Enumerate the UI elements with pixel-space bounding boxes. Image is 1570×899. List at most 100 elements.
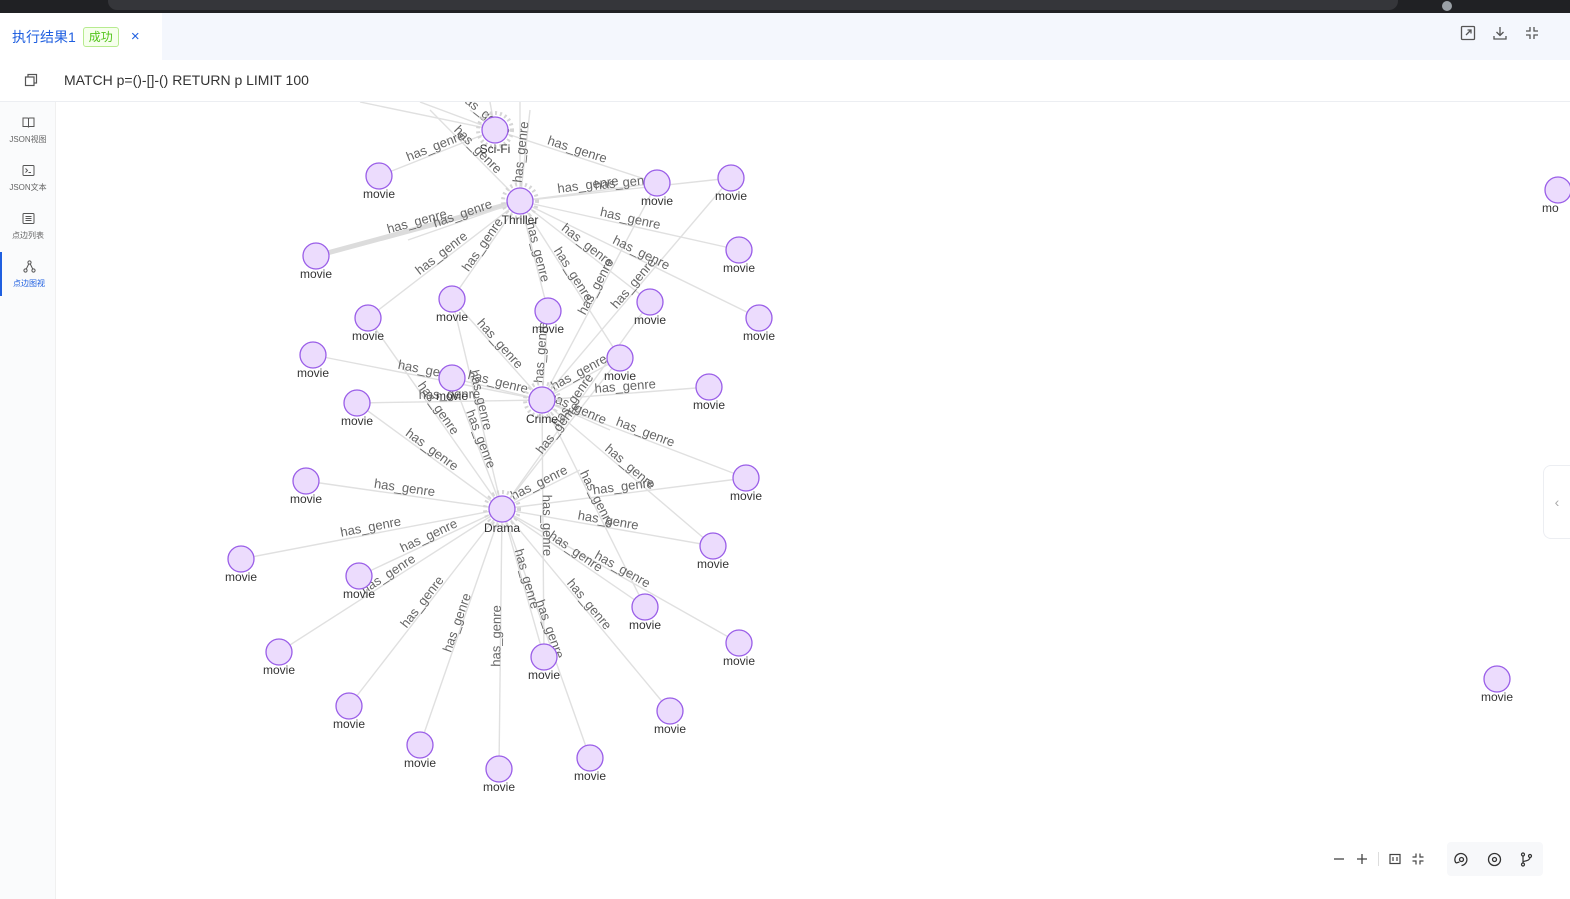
force-layout-icon <box>1454 852 1468 867</box>
movie-node[interactable] <box>265 638 293 666</box>
movie-node[interactable] <box>725 629 753 657</box>
copy-icon[interactable] <box>24 73 38 87</box>
collapse-icon[interactable] <box>1523 24 1541 42</box>
fit-view-button[interactable] <box>1386 850 1404 868</box>
genre-node-label: Crime <box>526 412 558 426</box>
edge-label: has_genre <box>564 576 615 633</box>
genre-node-label: Sci-Fi <box>480 142 511 156</box>
fullscreen-button[interactable] <box>1409 850 1427 868</box>
movie-node-label: movie <box>574 769 606 783</box>
expand-panel-button[interactable]: ‹ <box>1543 465 1570 539</box>
genre-node-label: Drama <box>484 521 520 535</box>
movie-node-label: movie <box>300 267 332 281</box>
movie-node[interactable] <box>530 643 558 671</box>
movie-node[interactable] <box>606 344 634 372</box>
movie-node-label: movie <box>629 618 661 632</box>
movie-node[interactable] <box>631 593 659 621</box>
genre-node[interactable] <box>481 116 509 144</box>
movie-node[interactable] <box>636 288 664 316</box>
download-icon[interactable] <box>1491 24 1509 42</box>
close-tab-icon[interactable]: × <box>131 28 140 45</box>
movie-node[interactable] <box>656 697 684 725</box>
address-bar[interactable] <box>108 0 1398 10</box>
movie-node[interactable] <box>227 545 255 573</box>
edge-label: has_genre <box>592 547 653 590</box>
movie-node-label: movie <box>404 756 436 770</box>
edge-label: has_genre <box>474 316 526 372</box>
movie-node[interactable] <box>345 562 373 590</box>
movie-node[interactable] <box>299 341 327 369</box>
query-text: MATCH p=()-[]-() RETURN p LIMIT 100 <box>64 72 309 88</box>
movie-node[interactable] <box>699 532 727 560</box>
sidebar-item-json-text[interactable]: JSON文本 <box>0 156 56 200</box>
zoom-out-button[interactable] <box>1330 850 1348 868</box>
movie-node-label: movie <box>528 668 560 682</box>
movie-node[interactable] <box>485 755 513 783</box>
movie-node[interactable] <box>1483 665 1511 693</box>
force-layout-button[interactable] <box>1453 851 1470 868</box>
sidebar-item-graph-view[interactable]: 点边图视 <box>0 252 56 296</box>
movie-node-label: movie <box>290 492 322 506</box>
movie-node-label: movie <box>436 310 468 324</box>
movie-node-label: mo <box>1542 201 1559 215</box>
movie-node[interactable] <box>302 242 330 270</box>
movie-node-label: movie <box>225 570 257 584</box>
movie-node-label: movie <box>333 717 365 731</box>
movie-node[interactable] <box>354 304 382 332</box>
movie-node[interactable] <box>438 364 466 392</box>
movie-node[interactable] <box>717 164 745 192</box>
movie-node[interactable] <box>534 297 562 325</box>
query-bar: MATCH p=()-[]-() RETURN p LIMIT 100 <box>0 60 1570 102</box>
genre-node-label: Thriller <box>502 213 539 227</box>
movie-node-label: movie <box>634 313 666 327</box>
movie-node-label: movie <box>341 414 373 428</box>
movie-node[interactable] <box>365 162 393 190</box>
movie-node[interactable] <box>695 373 723 401</box>
genre-node[interactable] <box>488 495 516 523</box>
edge-label: has_genre <box>339 513 402 539</box>
movie-node[interactable] <box>406 731 434 759</box>
movie-node[interactable] <box>1544 176 1570 204</box>
sidebar-item-label: JSON文本 <box>9 182 47 192</box>
tree-layout-icon <box>1520 852 1533 867</box>
genre-node[interactable] <box>528 386 556 414</box>
sidebar-item-label: 点边列表 <box>12 230 44 240</box>
edge-label: has_genre <box>599 204 662 232</box>
graph-canvas[interactable]: has_genre has_genre has_genre has_genre has_… <box>56 102 1570 899</box>
movie-node[interactable] <box>292 467 320 495</box>
edge-label: has_genre <box>397 573 447 631</box>
movie-node[interactable] <box>732 464 760 492</box>
movie-node-label: movie <box>641 194 673 208</box>
movie-node-label: movie <box>297 366 329 380</box>
movie-node-label: movie <box>483 780 515 794</box>
zoom-in-button[interactable] <box>1353 850 1371 868</box>
tree-layout-button[interactable] <box>1518 851 1535 868</box>
genre-node[interactable] <box>506 187 534 215</box>
edge-label: has_genre <box>546 133 609 166</box>
status-badge: 成功 <box>82 26 119 47</box>
movie-node-label: movie <box>743 329 775 343</box>
sidebar-item-node-edge-list[interactable]: 点边列表 <box>0 204 56 248</box>
movie-node-label: movie <box>723 261 755 275</box>
radial-layout-button[interactable] <box>1486 851 1503 868</box>
edge-label: has_genre <box>508 462 570 503</box>
movie-node[interactable] <box>343 389 371 417</box>
profile-avatar[interactable] <box>1442 1 1452 11</box>
movie-node[interactable] <box>725 236 753 264</box>
edge-label: has_genre <box>440 591 474 654</box>
sidebar-item-json-view[interactable]: JSON视图 <box>0 108 56 152</box>
movie-node[interactable] <box>335 692 363 720</box>
movie-node-label: movie <box>697 557 729 571</box>
shrink-icon <box>1412 853 1424 865</box>
radial-layout-icon <box>1487 852 1502 867</box>
movie-node-label: movie <box>343 587 375 601</box>
movie-node[interactable] <box>643 169 671 197</box>
graph-svg[interactable]: has_genre has_genrehas_genrehas_genrehas_… <box>56 102 1570 899</box>
result-tab[interactable]: 执行结果1 成功 × <box>0 13 162 60</box>
movie-node[interactable] <box>745 304 773 332</box>
result-tab-title[interactable]: 执行结果1 <box>12 27 76 47</box>
edge-label: has_genre <box>488 605 504 667</box>
movie-node[interactable] <box>438 285 466 313</box>
movie-node[interactable] <box>576 744 604 772</box>
open-new-window-icon[interactable] <box>1459 24 1477 42</box>
